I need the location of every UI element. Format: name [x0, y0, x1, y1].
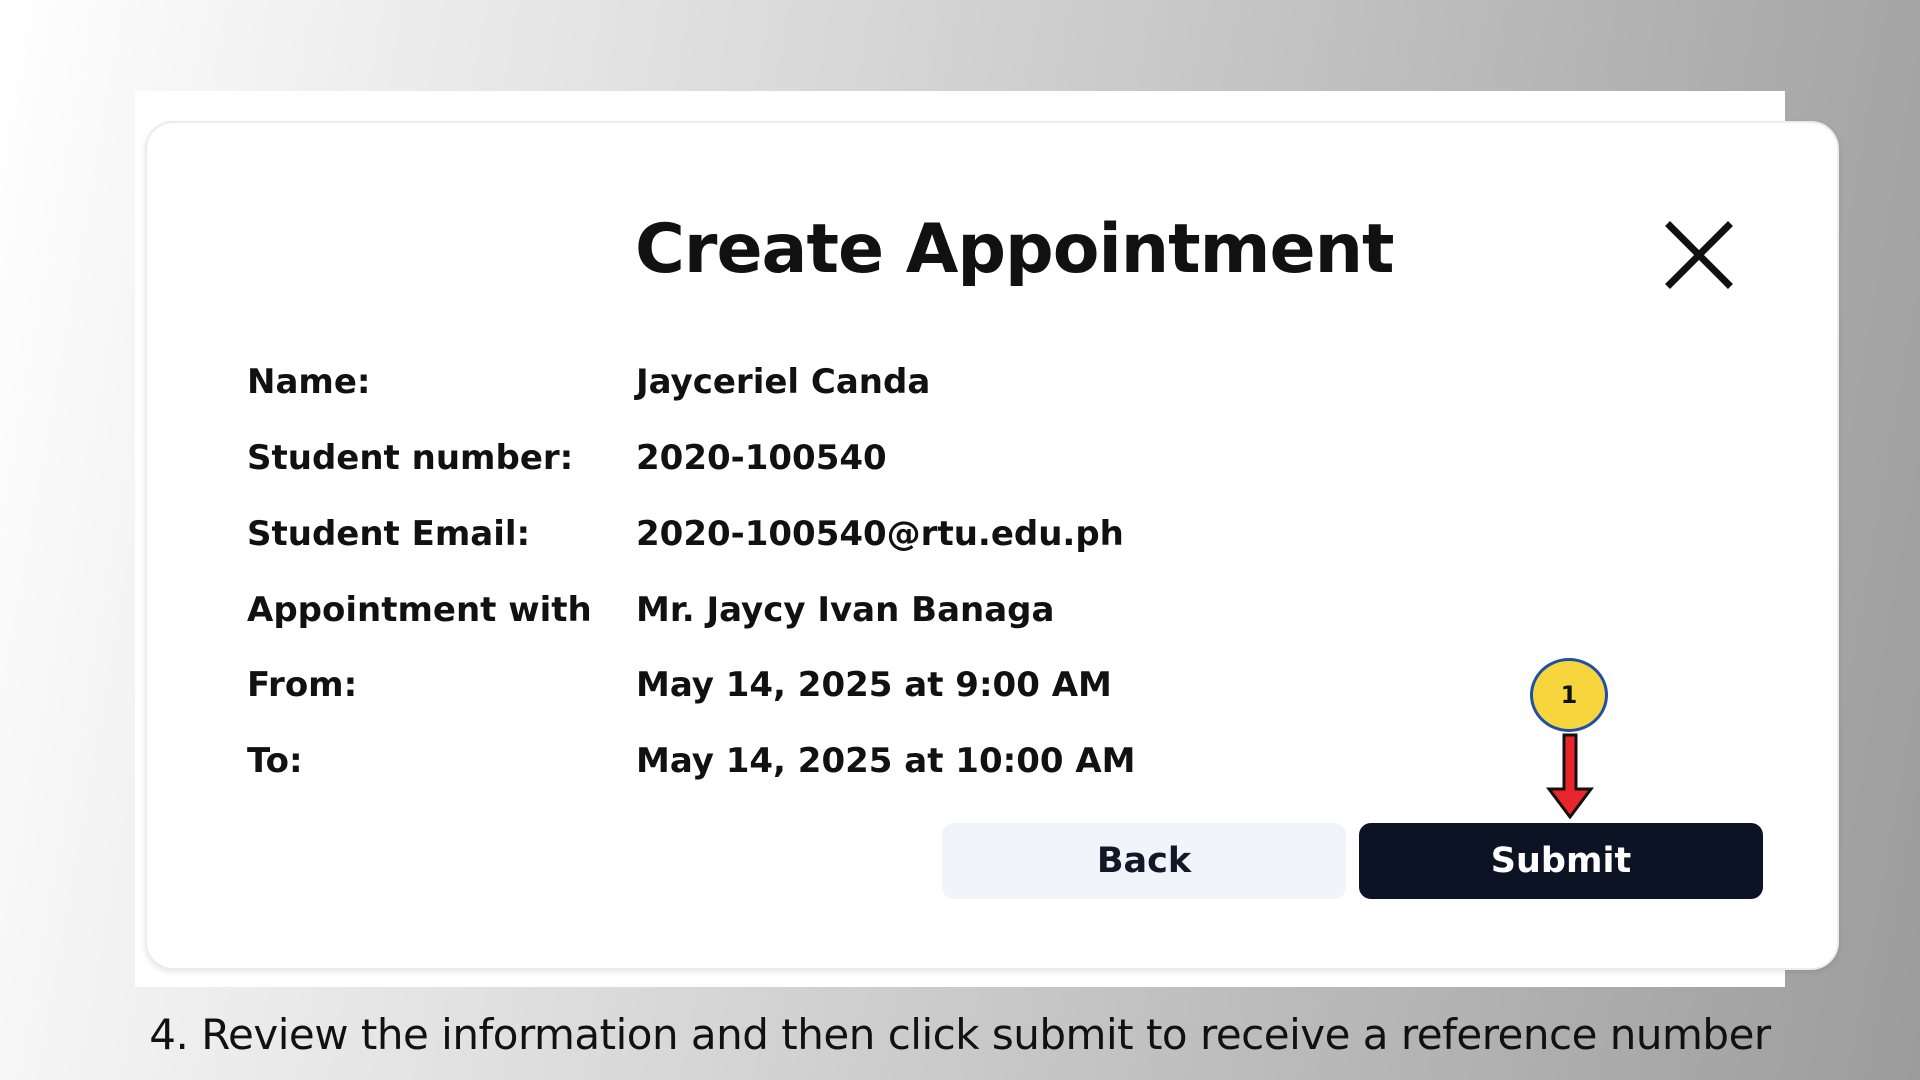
arrow-down-icon [1546, 733, 1594, 819]
student-email-label: Student Email: [247, 514, 531, 554]
student-number-label: Student number: [247, 438, 574, 478]
close-button[interactable] [1664, 220, 1734, 290]
name-value: Jayceriel Canda [636, 362, 931, 402]
to-label: To: [247, 741, 303, 781]
dialog-title: Create Appointment [635, 210, 1395, 289]
step-callout-badge: 1 [1530, 658, 1608, 732]
from-value: May 14, 2025 at 9:00 AM [636, 665, 1112, 705]
back-button[interactable]: Back [942, 823, 1346, 899]
name-label: Name: [247, 362, 371, 402]
instruction-caption: 4. Review the information and then click… [149, 1010, 1771, 1059]
student-email-value: 2020-100540@rtu.edu.ph [636, 514, 1124, 554]
submit-button[interactable]: Submit [1359, 823, 1763, 899]
appointment-with-value: Mr. Jaycy Ivan Banaga [636, 590, 1055, 630]
student-number-value: 2020-100540 [636, 438, 887, 478]
appointment-with-label: Appointment with [247, 590, 592, 630]
to-value: May 14, 2025 at 10:00 AM [636, 741, 1136, 781]
close-icon [1665, 221, 1733, 289]
from-label: From: [247, 665, 358, 705]
